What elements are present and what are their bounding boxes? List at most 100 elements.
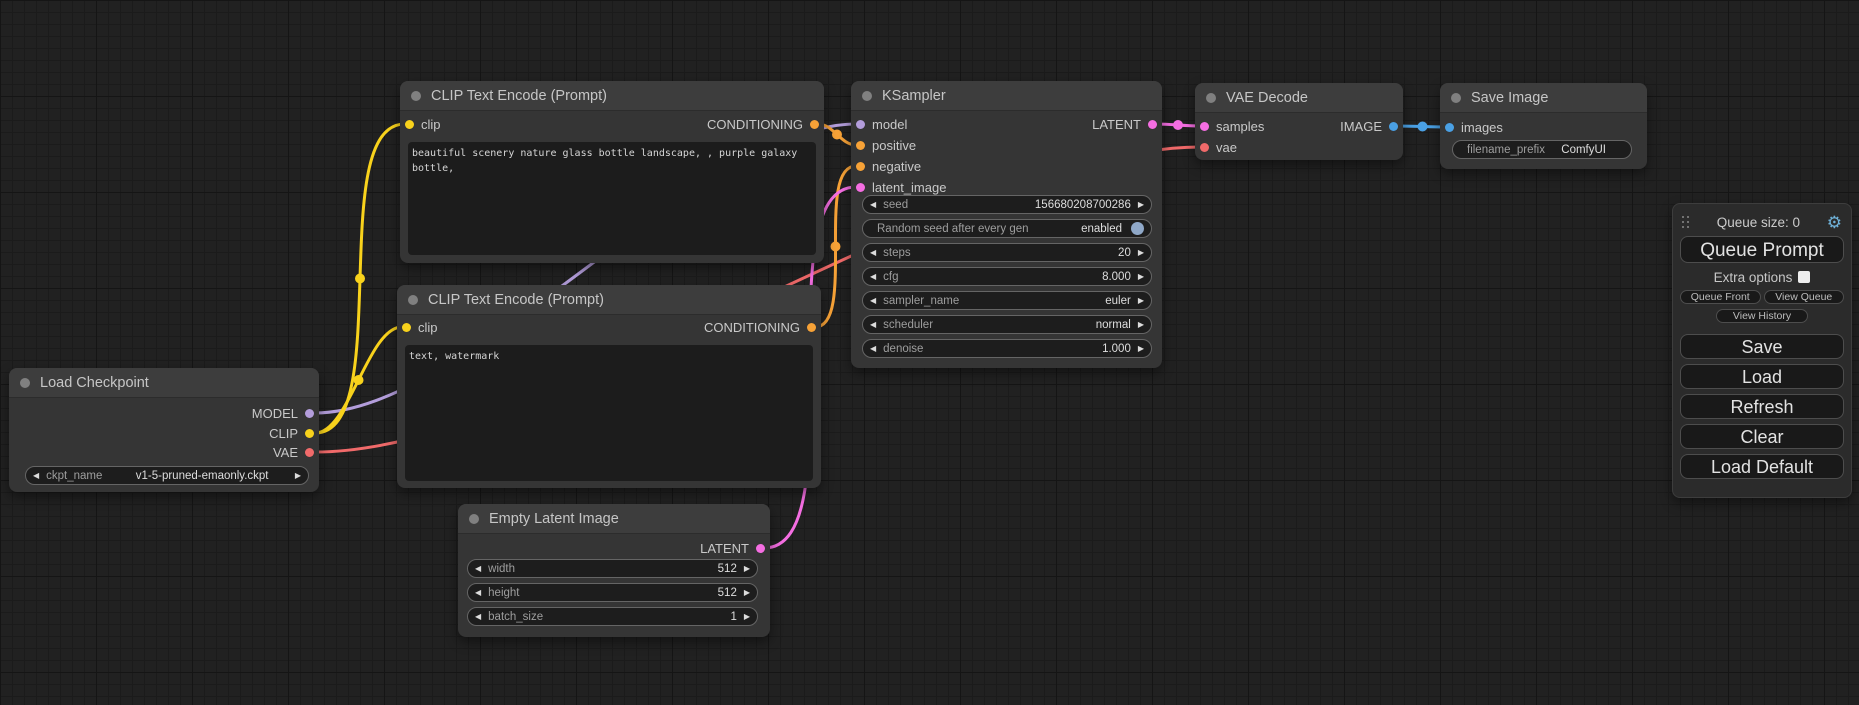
conditioning-input-port[interactable] xyxy=(856,141,865,150)
collapse-dot-icon[interactable] xyxy=(411,91,421,101)
view-queue-button[interactable]: View Queue xyxy=(1764,290,1845,304)
decrement-arrow-icon[interactable]: ◀ xyxy=(870,249,876,257)
collapse-dot-icon[interactable] xyxy=(1206,93,1216,103)
clip-input-port[interactable] xyxy=(405,120,414,129)
extra-options-checkbox[interactable] xyxy=(1798,271,1810,283)
node-ksampler[interactable]: KSampler model positive negative latent_… xyxy=(851,81,1162,368)
decrement-arrow-icon[interactable]: ◀ xyxy=(870,297,876,305)
increment-arrow-icon[interactable]: ▶ xyxy=(1138,249,1144,257)
seed-widget[interactable]: ◀ seed 156680208700286 ▶ xyxy=(862,195,1152,214)
decrement-arrow-icon[interactable]: ◀ xyxy=(870,201,876,209)
increment-arrow-icon[interactable]: ▶ xyxy=(1138,345,1144,353)
latent-output-port[interactable] xyxy=(756,544,765,553)
node-title-bar[interactable]: Empty Latent Image xyxy=(458,504,770,534)
collapse-dot-icon[interactable] xyxy=(20,378,30,388)
settings-gear-icon[interactable]: ⚙ xyxy=(1827,214,1842,231)
node-title-bar[interactable]: CLIP Text Encode (Prompt) xyxy=(397,285,821,315)
increment-arrow-icon[interactable]: ▶ xyxy=(295,472,301,480)
input-slot-samples[interactable]: samples xyxy=(1200,117,1264,135)
image-input-port[interactable] xyxy=(1445,123,1454,132)
output-slot-latent[interactable]: LATENT xyxy=(700,539,765,557)
random-seed-widget[interactable]: Random seed after every gen enabled xyxy=(862,219,1152,238)
ckpt-name-widget[interactable]: ◀ ckpt_name v1-5-pruned-emaonly.ckpt ▶ xyxy=(25,466,309,485)
drag-handle-icon[interactable] xyxy=(1682,216,1690,229)
vae-output-port[interactable] xyxy=(305,448,314,457)
node-clip-text-encode-negative[interactable]: CLIP Text Encode (Prompt) clip CONDITION… xyxy=(397,285,821,488)
node-title-bar[interactable]: CLIP Text Encode (Prompt) xyxy=(400,81,824,111)
input-slot-model[interactable]: model xyxy=(856,115,907,133)
conditioning-output-port[interactable] xyxy=(810,120,819,129)
view-history-button[interactable]: View History xyxy=(1716,309,1808,323)
node-vae-decode[interactable]: VAE Decode samples vae IMAGE xyxy=(1195,83,1403,160)
increment-arrow-icon[interactable]: ▶ xyxy=(1138,273,1144,281)
model-output-port[interactable] xyxy=(305,409,314,418)
collapse-dot-icon[interactable] xyxy=(1451,93,1461,103)
model-input-port[interactable] xyxy=(856,120,865,129)
increment-arrow-icon[interactable]: ▶ xyxy=(1138,297,1144,305)
image-output-port[interactable] xyxy=(1389,122,1398,131)
node-load-checkpoint[interactable]: Load Checkpoint MODEL CLIP VAE ◀ ckpt_na… xyxy=(9,368,319,492)
prompt-textarea[interactable]: text, watermark xyxy=(405,345,813,481)
node-title-bar[interactable]: KSampler xyxy=(851,81,1162,111)
conditioning-output-port[interactable] xyxy=(807,323,816,332)
node-title-bar[interactable]: Load Checkpoint xyxy=(9,368,319,398)
decrement-arrow-icon[interactable]: ◀ xyxy=(870,321,876,329)
output-slot-clip[interactable]: CLIP xyxy=(269,424,314,442)
output-slot-latent[interactable]: LATENT xyxy=(1092,115,1157,133)
increment-arrow-icon[interactable]: ▶ xyxy=(1138,321,1144,329)
clip-output-port[interactable] xyxy=(305,429,314,438)
clip-input-port[interactable] xyxy=(402,323,411,332)
input-slot-positive[interactable]: positive xyxy=(856,136,916,154)
batch-size-widget[interactable]: ◀ batch_size 1 ▶ xyxy=(467,607,758,626)
increment-arrow-icon[interactable]: ▶ xyxy=(1138,201,1144,209)
collapse-dot-icon[interactable] xyxy=(469,514,479,524)
input-slot-images[interactable]: images xyxy=(1445,118,1503,136)
node-clip-text-encode-positive[interactable]: CLIP Text Encode (Prompt) clip CONDITION… xyxy=(400,81,824,263)
decrement-arrow-icon[interactable]: ◀ xyxy=(870,273,876,281)
toggle-indicator-icon[interactable] xyxy=(1131,222,1144,235)
increment-arrow-icon[interactable]: ▶ xyxy=(744,565,750,573)
node-save-image[interactable]: Save Image images filename_prefix ComfyU… xyxy=(1440,83,1647,169)
clear-button[interactable]: Clear xyxy=(1680,424,1844,449)
input-slot-negative[interactable]: negative xyxy=(856,157,921,175)
queue-prompt-button[interactable]: Queue Prompt xyxy=(1680,236,1844,263)
node-empty-latent-image[interactable]: Empty Latent Image LATENT ◀ width 512 ▶ … xyxy=(458,504,770,637)
collapse-dot-icon[interactable] xyxy=(862,91,872,101)
load-button[interactable]: Load xyxy=(1680,364,1844,389)
latent-input-port[interactable] xyxy=(1200,122,1209,131)
prompt-textarea[interactable]: beautiful scenery nature glass bottle la… xyxy=(408,142,816,255)
filename-prefix-widget[interactable]: filename_prefix ComfyUI xyxy=(1452,140,1632,159)
decrement-arrow-icon[interactable]: ◀ xyxy=(870,345,876,353)
decrement-arrow-icon[interactable]: ◀ xyxy=(475,589,481,597)
node-title-bar[interactable]: Save Image xyxy=(1440,83,1647,113)
cfg-widget[interactable]: ◀ cfg 8.000 ▶ xyxy=(862,267,1152,286)
latent-input-port[interactable] xyxy=(856,183,865,192)
sampler-name-widget[interactable]: ◀ sampler_name euler ▶ xyxy=(862,291,1152,310)
denoise-widget[interactable]: ◀ denoise 1.000 ▶ xyxy=(862,339,1152,358)
input-slot-clip[interactable]: clip xyxy=(402,318,438,336)
comfyui-canvas[interactable]: { "colors": { "model": "#b39ddb", "clip"… xyxy=(0,0,1859,705)
output-slot-conditioning[interactable]: CONDITIONING xyxy=(704,318,816,336)
height-widget[interactable]: ◀ height 512 ▶ xyxy=(467,583,758,602)
scheduler-widget[interactable]: ◀ scheduler normal ▶ xyxy=(862,315,1152,334)
load-default-button[interactable]: Load Default xyxy=(1680,454,1844,479)
node-title-bar[interactable]: VAE Decode xyxy=(1195,83,1403,113)
save-button[interactable]: Save xyxy=(1680,334,1844,359)
width-widget[interactable]: ◀ width 512 ▶ xyxy=(467,559,758,578)
output-slot-conditioning[interactable]: CONDITIONING xyxy=(707,115,819,133)
decrement-arrow-icon[interactable]: ◀ xyxy=(475,613,481,621)
input-slot-clip[interactable]: clip xyxy=(405,115,441,133)
input-slot-vae[interactable]: vae xyxy=(1200,138,1237,156)
output-slot-vae[interactable]: VAE xyxy=(273,443,314,461)
input-slot-latent-image[interactable]: latent_image xyxy=(856,178,946,196)
decrement-arrow-icon[interactable]: ◀ xyxy=(33,472,39,480)
conditioning-input-port[interactable] xyxy=(856,162,865,171)
refresh-button[interactable]: Refresh xyxy=(1680,394,1844,419)
latent-output-port[interactable] xyxy=(1148,120,1157,129)
decrement-arrow-icon[interactable]: ◀ xyxy=(475,565,481,573)
increment-arrow-icon[interactable]: ▶ xyxy=(744,589,750,597)
steps-widget[interactable]: ◀ steps 20 ▶ xyxy=(862,243,1152,262)
collapse-dot-icon[interactable] xyxy=(408,295,418,305)
output-slot-image[interactable]: IMAGE xyxy=(1340,117,1398,135)
vae-input-port[interactable] xyxy=(1200,143,1209,152)
